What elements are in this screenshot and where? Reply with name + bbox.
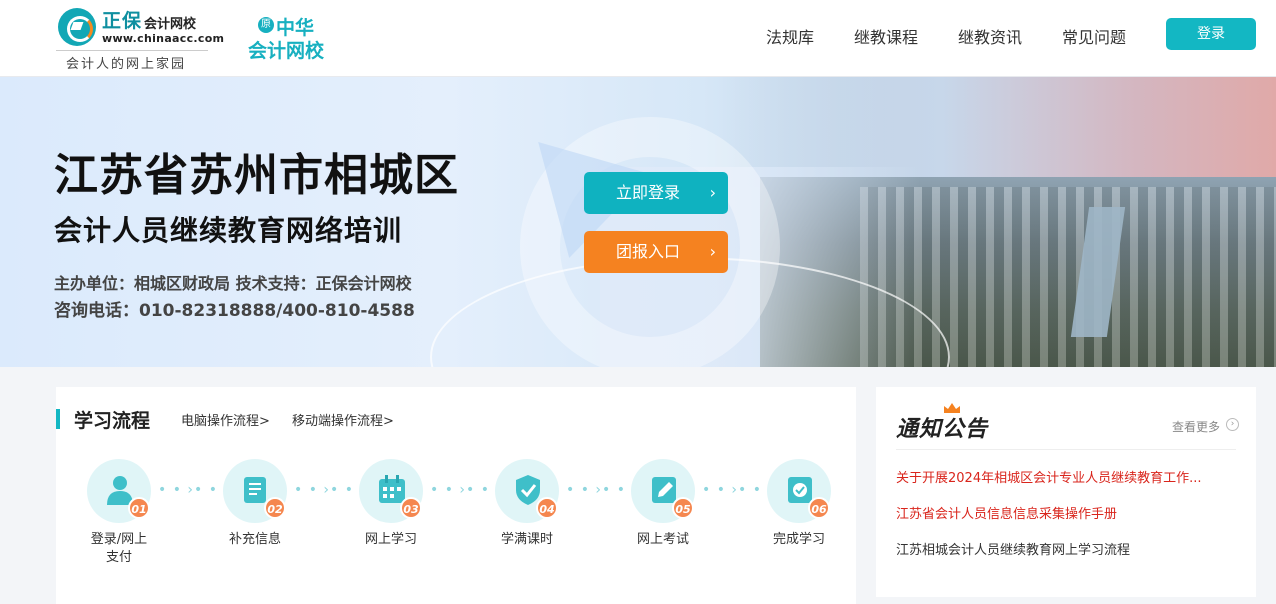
- nav-courses[interactable]: 继教课程: [854, 24, 918, 48]
- section-accent-bar: [56, 409, 60, 429]
- logo-url: www.chinaacc.com: [102, 32, 225, 45]
- banner-hotline: 咨询电话：010-82318888/400-810-4588: [54, 301, 415, 321]
- step-number: 02: [264, 497, 286, 519]
- login-now-button[interactable]: 立即登录 ›: [584, 172, 728, 214]
- step-number: 05: [672, 497, 694, 519]
- nav-regulations[interactable]: 法规库: [766, 24, 814, 48]
- login-button[interactable]: 登录: [1166, 18, 1256, 50]
- logo-name: 会计网校: [144, 17, 197, 32]
- notice-item[interactable]: 江苏省会计人员信息信息采集操作手册: [896, 503, 1226, 522]
- flow-step: 05 网上考试: [604, 459, 714, 599]
- notice-title: 通知公告: [896, 416, 989, 442]
- logo-brand: 正保: [102, 10, 143, 32]
- zhonghua-line2: 会计网校: [248, 40, 325, 62]
- notice-item[interactable]: 关于开展2024年相城区会计专业人员继续教育工作...: [896, 467, 1226, 486]
- step-number: 03: [400, 497, 422, 519]
- chinaacc-logo-icon: [58, 8, 96, 46]
- step-number: 06: [808, 497, 830, 519]
- step-number: 04: [536, 497, 558, 519]
- flow-step: 04 学满课时: [468, 459, 578, 599]
- step-number: 01: [128, 497, 150, 519]
- chevron-right-icon[interactable]: ›: [1226, 418, 1239, 431]
- flow-step: 06 完成学习: [740, 459, 850, 599]
- banner-organizer: 主办单位：相城区财政局 技术支持：正保会计网校: [54, 274, 412, 293]
- notice-panel: 通知公告 查看更多 › 关于开展2024年相城区会计专业人员继续教育工作... …: [876, 387, 1256, 597]
- flow-title: 学习流程: [74, 410, 151, 432]
- step-label: 补充信息: [228, 532, 281, 547]
- chevron-right-icon: ›: [709, 183, 716, 202]
- flow-step: 02 补充信息: [196, 459, 306, 599]
- step-label: 完成学习: [772, 532, 825, 547]
- chinaacc-logo[interactable]: 正保 会计网校 www.chinaacc.com 会计人的网上家园: [56, 6, 224, 72]
- logo-divider: [56, 50, 208, 51]
- pc-guide-link[interactable]: 电脑操作流程>: [181, 410, 270, 429]
- mobile-guide-link[interactable]: 移动端操作流程>: [292, 410, 394, 429]
- learning-flow-panel: 学习流程 电脑操作流程> 移动端操作流程> 01 登录/网上支付 • • ›• …: [56, 387, 856, 604]
- nav-news[interactable]: 继教资讯: [958, 24, 1022, 48]
- banner-subtitle: 会计人员继续教育网络培训: [54, 214, 403, 247]
- view-more-link[interactable]: 查看更多: [1172, 418, 1220, 435]
- step-label: 学满课时: [500, 532, 553, 547]
- group-entry-button[interactable]: 团报入口 ›: [584, 231, 728, 273]
- group-entry-label: 团报入口: [616, 242, 681, 261]
- flow-step: 01 登录/网上支付: [60, 459, 170, 599]
- crown-icon: [944, 403, 960, 413]
- notice-item[interactable]: 江苏相城会计人员继续教育网上学习流程: [896, 539, 1226, 558]
- zhonghua-badge: 原: [258, 17, 274, 33]
- logo-slogan: 会计人的网上家园: [66, 57, 187, 72]
- nav-faq[interactable]: 常见问题: [1062, 24, 1126, 48]
- site-header: 正保 会计网校 www.chinaacc.com 会计人的网上家园 原 中华 会…: [0, 0, 1276, 77]
- login-now-label: 立即登录: [616, 183, 681, 202]
- chevron-right-icon: ›: [709, 242, 716, 261]
- step-label: 网上考试: [636, 532, 689, 547]
- step-label: 网上学习: [364, 532, 417, 547]
- banner-title: 江苏省苏州市相城区: [54, 150, 459, 201]
- hero-banner: 江苏省苏州市相城区 会计人员继续教育网络培训 主办单位：相城区财政局 技术支持：…: [0, 77, 1276, 367]
- step-label: 登录/网上支付: [90, 532, 148, 565]
- notice-divider: [896, 449, 1236, 450]
- zhonghua-logo[interactable]: 原 中华 会计网校: [248, 14, 338, 62]
- flow-step: 03 网上学习: [332, 459, 442, 599]
